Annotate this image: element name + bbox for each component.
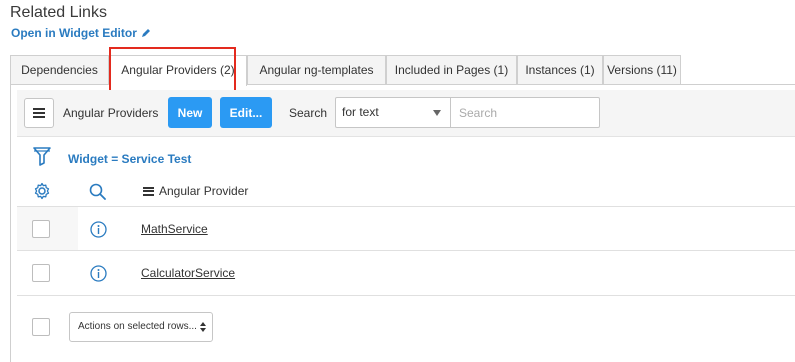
actions-select-label: Actions on selected rows... bbox=[78, 321, 197, 332]
table-row: CalculatorService bbox=[17, 250, 795, 296]
table-row: MathService bbox=[17, 206, 795, 251]
pencil-icon bbox=[141, 29, 150, 37]
edit-button[interactable]: Edit... bbox=[220, 97, 272, 128]
related-links-title: Related Links bbox=[10, 4, 107, 21]
select-all-checkbox[interactable] bbox=[32, 318, 50, 336]
row-checkbox[interactable] bbox=[32, 220, 50, 238]
gear-icon[interactable] bbox=[33, 182, 51, 200]
tab-instances[interactable]: Instances (1) bbox=[517, 55, 603, 84]
filter-icon[interactable] bbox=[33, 146, 51, 166]
column-menu-icon bbox=[143, 186, 154, 196]
column-header-angular-provider[interactable]: Angular Provider bbox=[143, 184, 248, 198]
tab-angular-ng-templates[interactable]: Angular ng-templates bbox=[247, 55, 386, 84]
tab-included-in-pages[interactable]: Included in Pages (1) bbox=[386, 55, 517, 84]
row-link-name[interactable]: MathService bbox=[141, 222, 208, 236]
search-icon[interactable] bbox=[89, 183, 106, 200]
updown-icon bbox=[200, 322, 206, 332]
list-menu-button[interactable] bbox=[24, 98, 54, 128]
column-header-label: Angular Provider bbox=[159, 184, 249, 198]
tab-versions[interactable]: Versions (11) bbox=[603, 55, 681, 84]
new-button[interactable]: New bbox=[168, 97, 212, 128]
search-label: Search bbox=[289, 106, 328, 120]
open-widget-editor-label: Open in Widget Editor bbox=[11, 26, 137, 40]
actions-select[interactable]: Actions on selected rows... bbox=[69, 312, 213, 342]
filter-breadcrumb[interactable]: Widget = Service Test bbox=[68, 152, 191, 166]
row-link-name[interactable]: CalculatorService bbox=[141, 266, 235, 280]
search-field-select[interactable]: for text bbox=[335, 97, 451, 128]
menu-icon bbox=[33, 108, 45, 118]
tab-dependencies[interactable]: Dependencies bbox=[10, 55, 109, 84]
list-title: Angular Providers bbox=[63, 106, 159, 120]
caret-down-icon bbox=[433, 110, 441, 116]
open-widget-editor-link[interactable]: Open in Widget Editor bbox=[11, 26, 151, 40]
info-icon[interactable] bbox=[90, 221, 107, 238]
row-checkbox[interactable] bbox=[32, 264, 50, 282]
search-field-value: for text bbox=[342, 105, 379, 119]
search-input[interactable] bbox=[450, 97, 600, 128]
info-icon[interactable] bbox=[90, 265, 107, 282]
tab-highlight-box bbox=[109, 47, 236, 93]
